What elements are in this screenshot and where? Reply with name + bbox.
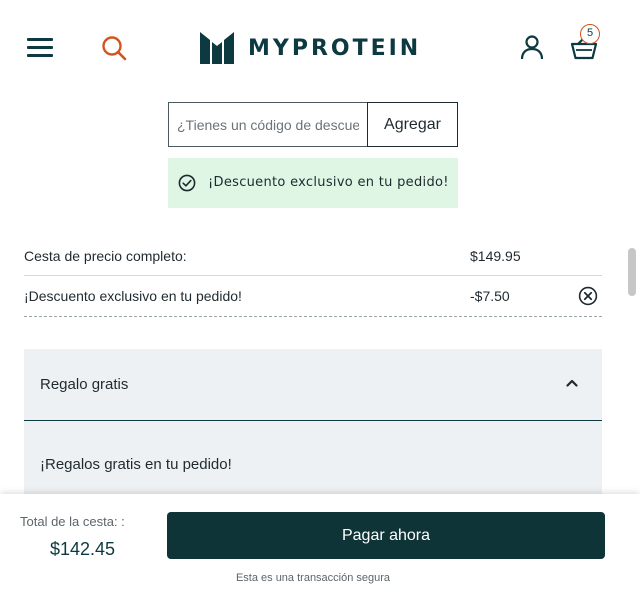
full-price-row: Cesta de precio completo: $149.95 — [24, 238, 602, 276]
check-circle-icon — [178, 174, 196, 192]
free-gift-title: Regalo gratis — [40, 376, 129, 393]
full-price-label: Cesta de precio completo: — [24, 248, 187, 264]
secure-transaction-text: Esta es una transacción segura — [235, 572, 391, 584]
full-price-value: $149.95 — [470, 248, 521, 264]
myprotein-logo[interactable]: MYPROTEIN — [200, 32, 421, 64]
promo-code-form: Agregar — [168, 102, 458, 147]
basket-button[interactable]: 5 — [568, 24, 602, 64]
scrollbar-thumb[interactable] — [628, 248, 636, 296]
search-icon[interactable] — [100, 34, 128, 62]
discount-banner: ¡Descuento exclusivo en tu pedido! — [168, 158, 458, 208]
checkout-footer: Total de la cesta: : $142.45 Pagar ahora… — [0, 494, 640, 602]
free-gift-header[interactable]: Regalo gratis — [24, 349, 602, 421]
basket-count-badge: 5 — [580, 24, 600, 44]
free-gift-panel: Regalo gratis ¡Regalos gratis en tu pedi… — [24, 349, 602, 509]
logo-text: MYPROTEIN — [248, 35, 422, 61]
menu-icon[interactable] — [27, 38, 53, 58]
checkout-button[interactable]: Pagar ahora — [167, 512, 605, 559]
basket-total-value: $142.45 — [50, 539, 116, 559]
account-icon[interactable] — [518, 33, 546, 61]
discount-value: -$7.50 — [470, 288, 510, 304]
discount-row: ¡Descuento exclusivo en tu pedido! -$7.5… — [24, 277, 602, 317]
promo-code-input[interactable] — [168, 102, 367, 147]
site-header: MYPROTEIN 5 — [0, 0, 640, 92]
chevron-up-icon[interactable] — [565, 376, 579, 390]
logo-mark-icon — [200, 32, 234, 64]
free-gift-text: ¡Regalos gratis en tu pedido! — [40, 456, 232, 473]
discount-label: ¡Descuento exclusivo en tu pedido! — [24, 288, 242, 304]
apply-promo-button[interactable]: Agregar — [367, 102, 458, 147]
discount-banner-text: ¡Descuento exclusivo en tu pedido! — [208, 175, 449, 190]
basket-total-label: Total de la cesta: : — [20, 514, 125, 529]
close-circle-icon[interactable] — [578, 286, 598, 306]
